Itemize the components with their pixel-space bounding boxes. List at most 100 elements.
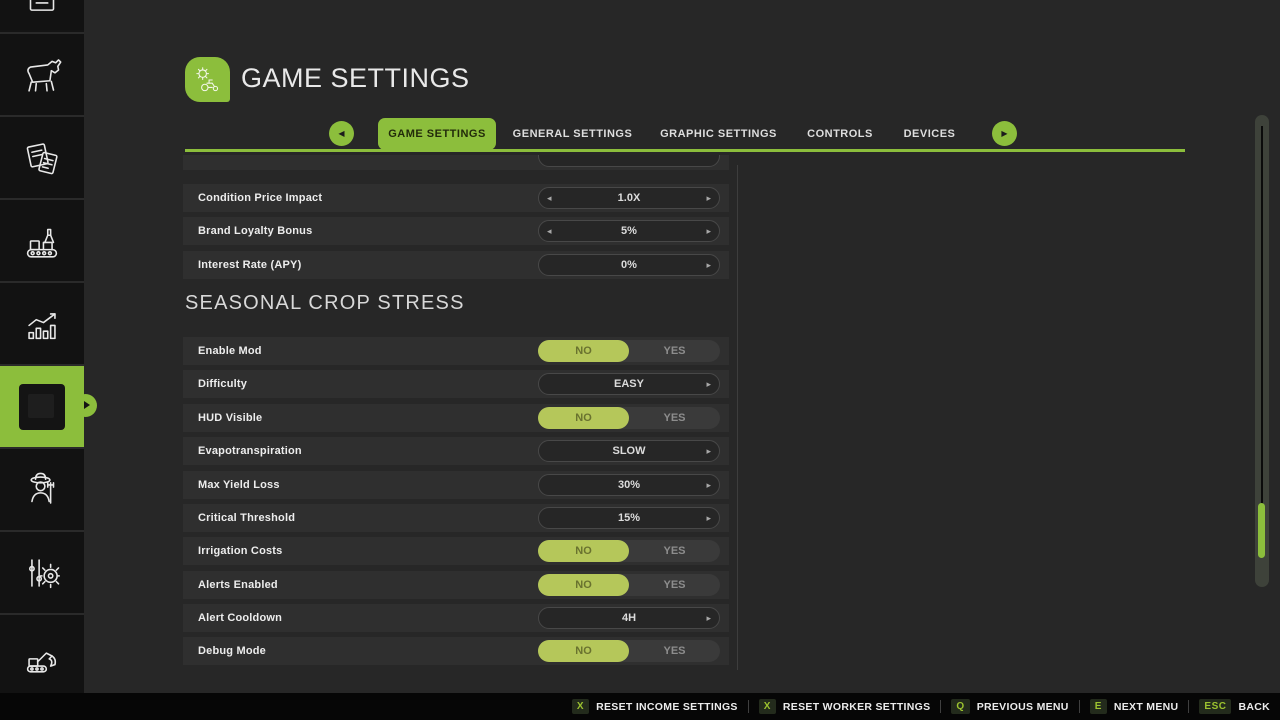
stepper-evapotranspiration[interactable]: SLOW ▸ [538, 440, 720, 462]
stepper-right-icon[interactable]: ▸ [706, 255, 711, 275]
content-scrollbar-track[interactable] [737, 165, 738, 670]
row-critical-threshold[interactable]: Critical Threshold 15% ▸ [183, 504, 729, 532]
toggle-enable-mod[interactable]: NO YES [538, 340, 720, 362]
key-x-icon: X [572, 699, 589, 714]
sidebar-item-statistics[interactable] [0, 281, 84, 364]
toggle-option-no[interactable]: NO [538, 340, 629, 362]
toggle-irrigation-costs[interactable]: NO YES [538, 540, 720, 562]
settings-list: Condition Price Impact ◂ 1.0X ▸ Brand Lo… [183, 155, 729, 670]
back-button[interactable]: ESC BACK [1199, 699, 1270, 714]
divider [1079, 700, 1080, 713]
sidebar-item-seasonal-crop-stress-active[interactable] [0, 364, 84, 447]
setting-value: EASY [539, 374, 719, 394]
action-label: PREVIOUS MENU [977, 701, 1069, 713]
table-row-clipped[interactable] [183, 155, 729, 170]
tab-devices[interactable]: DEVICES [897, 118, 962, 150]
right-scrollbar-thumb[interactable] [1258, 503, 1265, 558]
sidebar-item-settings[interactable] [0, 530, 84, 613]
row-condition-price-impact[interactable]: Condition Price Impact ◂ 1.0X ▸ [183, 184, 729, 212]
stepper-difficulty[interactable]: EASY ▸ [538, 373, 720, 395]
tabs-prev-button[interactable]: ◀ [329, 121, 354, 146]
stepper-alert-cooldown[interactable]: 4H ▸ [538, 607, 720, 629]
row-max-yield-loss[interactable]: Max Yield Loss 30% ▸ [183, 471, 729, 499]
row-brand-loyalty-bonus[interactable]: Brand Loyalty Bonus ◂ 5% ▸ [183, 217, 729, 245]
production-icon [19, 218, 65, 264]
stepper-max-yield-loss[interactable]: 30% ▸ [538, 474, 720, 496]
stepper-critical-threshold[interactable]: 15% ▸ [538, 507, 720, 529]
right-scrollbar-track[interactable] [1261, 126, 1263, 504]
stepper-right-icon[interactable]: ▸ [706, 441, 711, 461]
row-difficulty[interactable]: Difficulty EASY ▸ [183, 370, 729, 398]
toggle-option-no[interactable]: NO [538, 574, 629, 596]
toggle-option-yes[interactable]: YES [629, 574, 720, 596]
reset-worker-settings-button[interactable]: X RESET WORKER SETTINGS [759, 699, 931, 714]
game-settings-logo-icon [185, 57, 230, 102]
tabs-next-button[interactable]: ▶ [992, 121, 1017, 146]
keybind-bar: X RESET INCOME SETTINGS X RESET WORKER S… [0, 693, 1280, 720]
tab-game-settings[interactable]: GAME SETTINGS [378, 118, 496, 150]
row-evapotranspiration[interactable]: Evapotranspiration SLOW ▸ [183, 437, 729, 465]
toggle-option-no[interactable]: NO [538, 407, 629, 429]
toggle-option-yes[interactable]: YES [629, 640, 720, 662]
row-irrigation-costs[interactable]: Irrigation Costs NO YES [183, 537, 729, 565]
excavator-construction-icon [19, 633, 65, 679]
action-label: BACK [1238, 701, 1270, 713]
stepper-right-icon[interactable]: ▸ [706, 221, 711, 241]
row-hud-visible[interactable]: HUD Visible NO YES [183, 404, 729, 432]
sidebar-item-contracts[interactable] [0, 115, 84, 198]
stepper-right-icon[interactable]: ▸ [706, 188, 711, 208]
toggle-option-yes[interactable]: YES [629, 540, 720, 562]
sidebar-item-construction[interactable] [0, 613, 84, 696]
stepper-condition-price-impact[interactable]: ◂ 1.0X ▸ [538, 187, 720, 209]
mod-active-icon [19, 384, 65, 430]
setting-label: Debug Mode [198, 637, 266, 665]
row-alert-cooldown[interactable]: Alert Cooldown 4H ▸ [183, 604, 729, 632]
setting-value: 1.0X [539, 188, 719, 208]
stepper-interest-rate[interactable]: 0% ▸ [538, 254, 720, 276]
setting-label: Difficulty [198, 370, 247, 398]
row-enable-mod[interactable]: Enable Mod NO YES [183, 337, 729, 365]
chevron-right-icon: ▶ [1001, 130, 1007, 138]
reset-income-settings-button[interactable]: X RESET INCOME SETTINGS [572, 699, 738, 714]
tab-general-settings[interactable]: GENERAL SETTINGS [500, 118, 645, 150]
stepper-right-icon[interactable]: ▸ [706, 374, 711, 394]
setting-label: Max Yield Loss [198, 471, 280, 499]
section-title: SEASONAL CROP STRESS [185, 292, 465, 315]
contracts-documents-icon [19, 135, 65, 181]
tab-graphic-settings[interactable]: GRAPHIC SETTINGS [655, 118, 782, 150]
tab-controls[interactable]: CONTROLS [800, 118, 880, 150]
stepper-right-icon[interactable]: ▸ [706, 508, 711, 528]
setting-value: SLOW [539, 441, 719, 461]
stepper-right-icon[interactable]: ▸ [706, 608, 711, 628]
key-esc-icon: ESC [1199, 699, 1231, 714]
setting-label: Critical Threshold [198, 504, 295, 532]
stepper-right-icon[interactable]: ▸ [706, 475, 711, 495]
farmer-workers-icon [19, 467, 65, 513]
row-alerts-enabled[interactable]: Alerts Enabled NO YES [183, 571, 729, 599]
previous-menu-button[interactable]: Q PREVIOUS MENU [951, 699, 1068, 714]
tab-underline [185, 149, 1185, 152]
toggle-option-no[interactable]: NO [538, 640, 629, 662]
setting-label: Alert Cooldown [198, 604, 282, 632]
stepper-brand-loyalty-bonus[interactable]: ◂ 5% ▸ [538, 220, 720, 242]
statistics-icon [19, 301, 65, 347]
clipped-selector[interactable] [538, 155, 720, 167]
toggle-option-yes[interactable]: YES [629, 340, 720, 362]
toggle-alerts-enabled[interactable]: NO YES [538, 574, 720, 596]
next-menu-button[interactable]: E NEXT MENU [1090, 699, 1179, 714]
row-debug-mode[interactable]: Debug Mode NO YES [183, 637, 729, 665]
toggle-hud-visible[interactable]: NO YES [538, 407, 720, 429]
toggle-debug-mode[interactable]: NO YES [538, 640, 720, 662]
sidebar-item-cutoff[interactable] [0, 0, 84, 30]
setting-label: Enable Mod [198, 337, 262, 365]
row-interest-rate[interactable]: Interest Rate (APY) 0% ▸ [183, 251, 729, 279]
sidebar-item-animals[interactable] [0, 32, 84, 115]
setting-value: 4H [539, 608, 719, 628]
toggle-option-yes[interactable]: YES [629, 407, 720, 429]
sidebar-item-production[interactable] [0, 198, 84, 281]
setting-label: Condition Price Impact [198, 184, 322, 212]
chevron-left-icon: ◀ [338, 130, 344, 138]
sidebar-item-workers[interactable] [0, 447, 84, 530]
toggle-option-no[interactable]: NO [538, 540, 629, 562]
active-item-pointer-icon [74, 394, 97, 417]
